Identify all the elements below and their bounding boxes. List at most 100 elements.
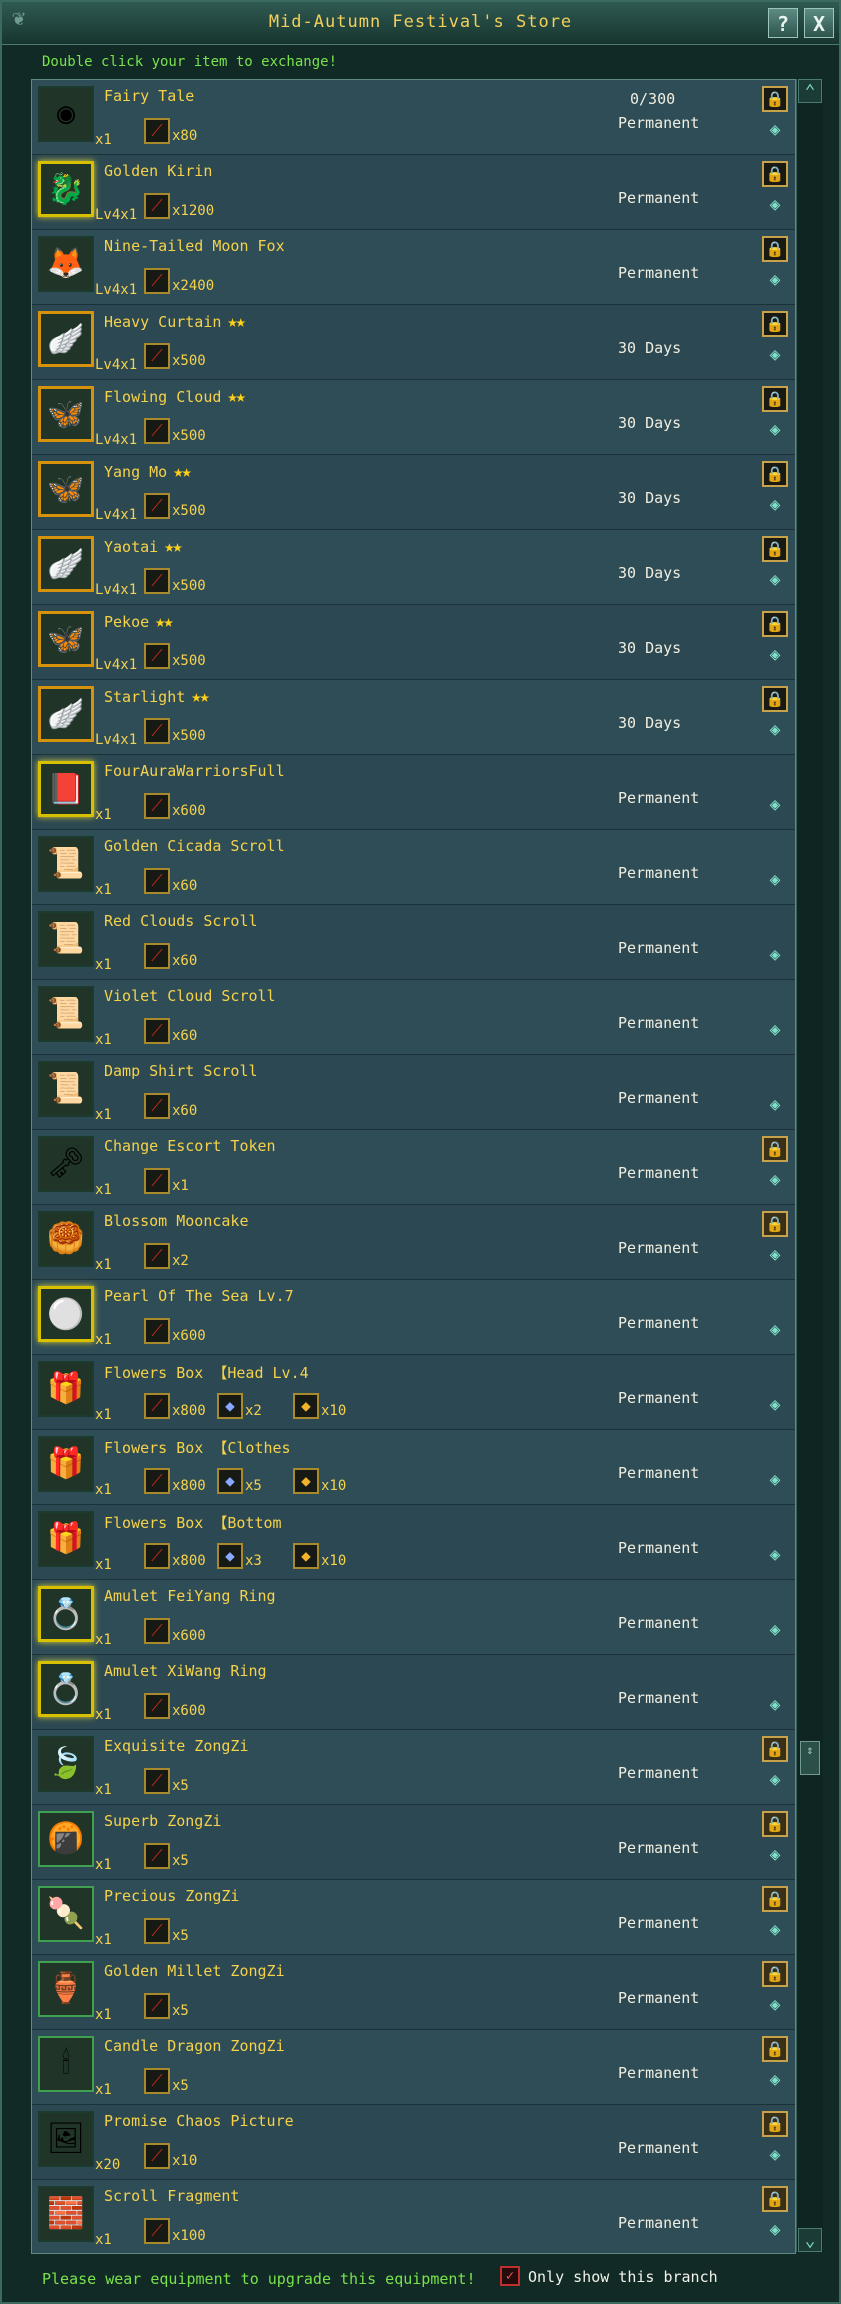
- branch-checkbox[interactable]: ✓: [500, 2266, 520, 2286]
- exchange-arrow-icon[interactable]: ◈: [765, 2070, 785, 2090]
- exchange-arrow-icon[interactable]: ◈: [765, 1545, 785, 1565]
- exchange-arrow-icon[interactable]: ◈: [765, 1995, 785, 2015]
- exchange-arrow-icon[interactable]: ◈: [765, 1095, 785, 1115]
- item-icon[interactable]: 💍: [38, 1661, 94, 1717]
- item-row[interactable]: 🗝 Change Escort Token x1 ⟋ x1 Permanent 🔒 ◈: [32, 1130, 795, 1205]
- lock-icon[interactable]: 🔒: [762, 2111, 788, 2137]
- item-row[interactable]: 🎁 Flowers Box 【Head Lv.4 x1 ⟋ x800 ◆ x2 ◆ x10 Per…: [32, 1355, 795, 1430]
- item-icon[interactable]: 🎁: [38, 1361, 94, 1417]
- item-icon[interactable]: 📜: [38, 836, 94, 892]
- exchange-arrow-icon[interactable]: ◈: [765, 345, 785, 365]
- exchange-arrow-icon[interactable]: ◈: [765, 195, 785, 215]
- exchange-arrow-icon[interactable]: ◈: [765, 1620, 785, 1640]
- exchange-arrow-icon[interactable]: ◈: [765, 645, 785, 665]
- item-row[interactable]: 💍 Amulet FeiYang Ring x1 ⟋ x600 Permanent ◈: [32, 1580, 795, 1655]
- item-icon[interactable]: 🎁: [38, 1511, 94, 1567]
- item-icon[interactable]: 📜: [38, 986, 94, 1042]
- item-icon[interactable]: 🎁: [38, 1436, 94, 1492]
- item-icon[interactable]: 🪽: [38, 536, 94, 592]
- item-row[interactable]: 📜 Red Clouds Scroll x1 ⟋ x60 Permanent ◈: [32, 905, 795, 980]
- lock-icon[interactable]: 🔒: [762, 2036, 788, 2062]
- item-icon[interactable]: 📕: [38, 761, 94, 817]
- lock-icon[interactable]: 🔒: [762, 161, 788, 187]
- item-row[interactable]: 🖼 Promise Chaos Picture x20 ⟋ x10 Permanent 🔒 ◈: [32, 2105, 795, 2180]
- item-row[interactable]: ⚪ Pearl Of The Sea Lv.7 x1 ⟋ x600 Permanent ◈: [32, 1280, 795, 1355]
- close-button[interactable]: X: [804, 8, 834, 38]
- item-row[interactable]: 🍃 Exquisite ZongZi x1 ⟋ x5 Permanent 🔒 ◈: [32, 1730, 795, 1805]
- exchange-arrow-icon[interactable]: ◈: [765, 2145, 785, 2165]
- item-row[interactable]: 🕯 Candle Dragon ZongZi x1 ⟋ x5 Permanent 🔒 ◈: [32, 2030, 795, 2105]
- item-icon[interactable]: ⚪: [38, 1286, 94, 1342]
- item-icon[interactable]: 🍃: [38, 1736, 94, 1792]
- item-row[interactable]: 🎁 Flowers Box 【Bottom x1 ⟋ x800 ◆ x3 ◆ x10 Perman…: [32, 1505, 795, 1580]
- item-icon[interactable]: 🏺: [38, 1961, 94, 2017]
- item-icon[interactable]: 🐉: [38, 161, 94, 217]
- item-icon[interactable]: 🧱: [38, 2186, 94, 2242]
- item-icon[interactable]: 🪽: [38, 311, 94, 367]
- item-icon[interactable]: 🥮: [38, 1211, 94, 1267]
- item-row[interactable]: 🍡 Precious ZongZi x1 ⟋ x5 Permanent 🔒 ◈: [32, 1880, 795, 1955]
- lock-icon[interactable]: 🔒: [762, 236, 788, 262]
- exchange-arrow-icon[interactable]: ◈: [765, 1245, 785, 1265]
- item-row[interactable]: 🦋 Flowing Cloud ★★ Lv4x1 ⟋ x500 30 Days 🔒 ◈: [32, 380, 795, 455]
- lock-icon[interactable]: 🔒: [762, 611, 788, 637]
- exchange-arrow-icon[interactable]: ◈: [765, 270, 785, 290]
- exchange-arrow-icon[interactable]: ◈: [765, 495, 785, 515]
- item-row[interactable]: 🪽 Yaotai ★★ Lv4x1 ⟋ x500 30 Days 🔒 ◈: [32, 530, 795, 605]
- lock-icon[interactable]: 🔒: [762, 1211, 788, 1237]
- item-icon[interactable]: 🖼: [38, 2111, 94, 2167]
- item-row[interactable]: 🎁 Flowers Box 【Clothes x1 ⟋ x800 ◆ x5 ◆ x10 Perma…: [32, 1430, 795, 1505]
- item-row[interactable]: 📕 FourAuraWarriorsFull x1 ⟋ x600 Permanent ◈: [32, 755, 795, 830]
- scrollbar[interactable]: ⌃ ⇕ ⌄: [796, 79, 823, 2252]
- lock-icon[interactable]: 🔒: [762, 311, 788, 337]
- exchange-arrow-icon[interactable]: ◈: [765, 570, 785, 590]
- item-row[interactable]: 🥮 Blossom Mooncake x1 ⟋ x2 Permanent 🔒 ◈: [32, 1205, 795, 1280]
- item-row[interactable]: 🦊 Nine-Tailed Moon Fox Lv4x1 ⟋ x2400 Permanen…: [32, 230, 795, 305]
- exchange-arrow-icon[interactable]: ◈: [765, 2220, 785, 2240]
- item-row[interactable]: 🦋 Yang Mo ★★ Lv4x1 ⟋ x500 30 Days 🔒 ◈: [32, 455, 795, 530]
- exchange-arrow-icon[interactable]: ◈: [765, 1020, 785, 1040]
- exchange-arrow-icon[interactable]: ◈: [765, 1845, 785, 1865]
- item-icon[interactable]: 🗝: [38, 1136, 94, 1192]
- exchange-arrow-icon[interactable]: ◈: [765, 1695, 785, 1715]
- branch-checkbox-label[interactable]: Only show this branch: [528, 2268, 718, 2286]
- exchange-arrow-icon[interactable]: ◈: [765, 1170, 785, 1190]
- exchange-arrow-icon[interactable]: ◈: [765, 120, 785, 140]
- lock-icon[interactable]: 🔒: [762, 1961, 788, 1987]
- exchange-arrow-icon[interactable]: ◈: [765, 870, 785, 890]
- exchange-arrow-icon[interactable]: ◈: [765, 1770, 785, 1790]
- lock-icon[interactable]: 🔒: [762, 1886, 788, 1912]
- exchange-arrow-icon[interactable]: ◈: [765, 795, 785, 815]
- exchange-arrow-icon[interactable]: ◈: [765, 1470, 785, 1490]
- item-row[interactable]: 🦋 Pekoe ★★ Lv4x1 ⟋ x500 30 Days 🔒 ◈: [32, 605, 795, 680]
- lock-icon[interactable]: 🔒: [762, 1736, 788, 1762]
- item-icon[interactable]: 🦋: [38, 611, 94, 667]
- lock-icon[interactable]: 🔒: [762, 1136, 788, 1162]
- exchange-arrow-icon[interactable]: ◈: [765, 1395, 785, 1415]
- lock-icon[interactable]: 🔒: [762, 86, 788, 112]
- exchange-arrow-icon[interactable]: ◈: [765, 1920, 785, 1940]
- item-icon[interactable]: 🦋: [38, 386, 94, 442]
- item-icon[interactable]: 📜: [38, 911, 94, 967]
- lock-icon[interactable]: 🔒: [762, 1811, 788, 1837]
- item-icon[interactable]: 💍: [38, 1586, 94, 1642]
- title-bar[interactable]: ❦ Mid-Autumn Festival's Store ? X: [2, 2, 839, 45]
- lock-icon[interactable]: 🔒: [762, 686, 788, 712]
- item-list[interactable]: ◉ Fairy Tale x1 ⟋ x80 0/300 Permanent 🔒 ◈ 🐉 Golden…: [31, 79, 796, 2254]
- item-row[interactable]: 🪽 Heavy Curtain ★★ Lv4x1 ⟋ x500 30 Days 🔒 ◈: [32, 305, 795, 380]
- item-row[interactable]: 🪽 Starlight ★★ Lv4x1 ⟋ x500 30 Days 🔒 ◈: [32, 680, 795, 755]
- item-row[interactable]: 🧱 Scroll Fragment x1 ⟋ x100 Permanent 🔒 ◈: [32, 2180, 795, 2253]
- item-row[interactable]: 🐉 Golden Kirin Lv4x1 ⟋ x1200 Permanent 🔒 ◈: [32, 155, 795, 230]
- item-row[interactable]: 📜 Damp Shirt Scroll x1 ⟋ x60 Permanent ◈: [32, 1055, 795, 1130]
- lock-icon[interactable]: 🔒: [762, 2186, 788, 2212]
- item-icon[interactable]: 🍘: [38, 1811, 94, 1867]
- exchange-arrow-icon[interactable]: ◈: [765, 1320, 785, 1340]
- item-icon[interactable]: 🕯: [38, 2036, 94, 2092]
- scroll-down-icon[interactable]: ⌄: [798, 2228, 822, 2252]
- item-row[interactable]: 📜 Violet Cloud Scroll x1 ⟋ x60 Permanent ◈: [32, 980, 795, 1055]
- item-icon[interactable]: 🦋: [38, 461, 94, 517]
- exchange-arrow-icon[interactable]: ◈: [765, 720, 785, 740]
- exchange-arrow-icon[interactable]: ◈: [765, 420, 785, 440]
- item-row[interactable]: ◉ Fairy Tale x1 ⟋ x80 0/300 Permanent 🔒 ◈: [32, 80, 795, 155]
- exchange-arrow-icon[interactable]: ◈: [765, 945, 785, 965]
